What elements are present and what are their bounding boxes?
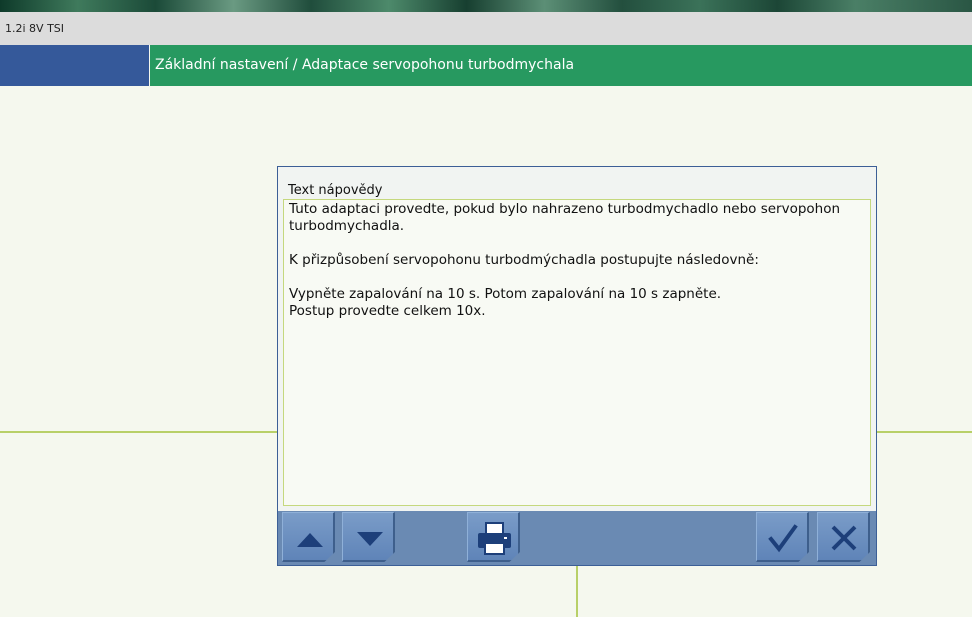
title-bar-left-block [0,45,149,86]
vehicle-label: 1.2i 8V TSI [5,22,65,35]
arrow-up-icon [297,533,323,547]
vehicle-bar: 1.2i 8V TSI [0,12,972,45]
help-text-body: Tuto adaptaci provedte, pokud bylo nahra… [289,201,841,319]
scroll-down-button[interactable] [342,512,395,562]
confirm-button[interactable] [756,512,809,562]
connector-line-left [0,431,278,433]
top-background-strip [0,0,972,12]
page-title: Základní nastavení / Adaptace servopohon… [155,57,575,73]
printer-icon [478,522,511,555]
connector-line-bottom [576,566,578,617]
title-bar-main: Základní nastavení / Adaptace servopohon… [150,45,972,86]
close-button[interactable] [817,512,870,562]
title-bar: Základní nastavení / Adaptace servopohon… [0,45,972,86]
close-icon [831,525,857,551]
print-button[interactable] [467,512,520,562]
scroll-up-button[interactable] [282,512,335,562]
dialog-toolbar [278,511,876,565]
connector-line-right [876,431,972,433]
arrow-down-icon [357,532,383,546]
help-text-area[interactable]: Tuto adaptaci provedte, pokud bylo nahra… [283,199,871,506]
checkmark-icon [768,524,798,553]
dialog-title: Text nápovědy [288,183,383,198]
help-dialog: Text nápovědy Tuto adaptaci provedte, po… [277,166,877,566]
